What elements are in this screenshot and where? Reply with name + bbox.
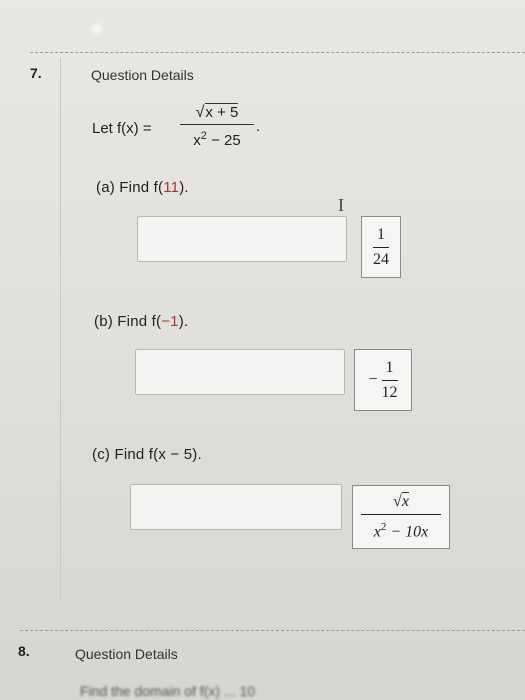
function-fraction: √x + 5 x2 − 25 — [180, 103, 254, 150]
function-denominator: x2 − 25 — [193, 130, 241, 149]
part-b-answer-input[interactable] — [135, 349, 345, 395]
screen-glare — [92, 24, 102, 34]
question-7-details-link[interactable]: Question Details — [91, 67, 194, 83]
part-c-label: (c) Find f(x − 5). — [92, 446, 202, 463]
question-8-prompt-cutoff: Find the domain of f(x) ... 10 — [80, 683, 256, 699]
part-c-answer-key: √x x2 − 10x — [352, 485, 450, 549]
question-8-number: 8. — [18, 643, 30, 659]
function-prefix: Let f(x) = — [92, 120, 152, 137]
sqrt-icon: √ — [393, 492, 402, 510]
part-a-label: (a) Find f(11). — [96, 179, 189, 196]
function-period: . — [256, 118, 261, 135]
question-divider-bottom — [20, 630, 525, 631]
fraction-bar — [180, 124, 254, 125]
sqrt-icon: √ — [195, 104, 205, 121]
function-numerator: √x + 5 — [195, 103, 239, 121]
part-a-key-fraction: 1 24 — [373, 225, 389, 268]
part-b-label: (b) Find f(−1). — [94, 313, 189, 330]
text-cursor-icon: I — [338, 195, 344, 215]
question-8-details-link[interactable]: Question Details — [75, 646, 178, 662]
question-7-number: 7. — [30, 65, 42, 81]
part-b-key-fraction: 1 12 — [381, 358, 398, 401]
webassign-page: 7. Question Details Let f(x) = √x + 5 x2… — [0, 0, 525, 700]
part-a-answer-input[interactable] — [137, 216, 347, 262]
part-b-answer-key: − 1 12 — [354, 349, 412, 411]
part-c-answer-input[interactable] — [130, 484, 342, 530]
part-a-answer-key: 1 24 — [361, 216, 401, 278]
part-b-key-sign: − — [368, 371, 378, 388]
part-c-key-fraction: √x x2 − 10x — [361, 491, 441, 541]
question-divider-top — [30, 52, 525, 53]
